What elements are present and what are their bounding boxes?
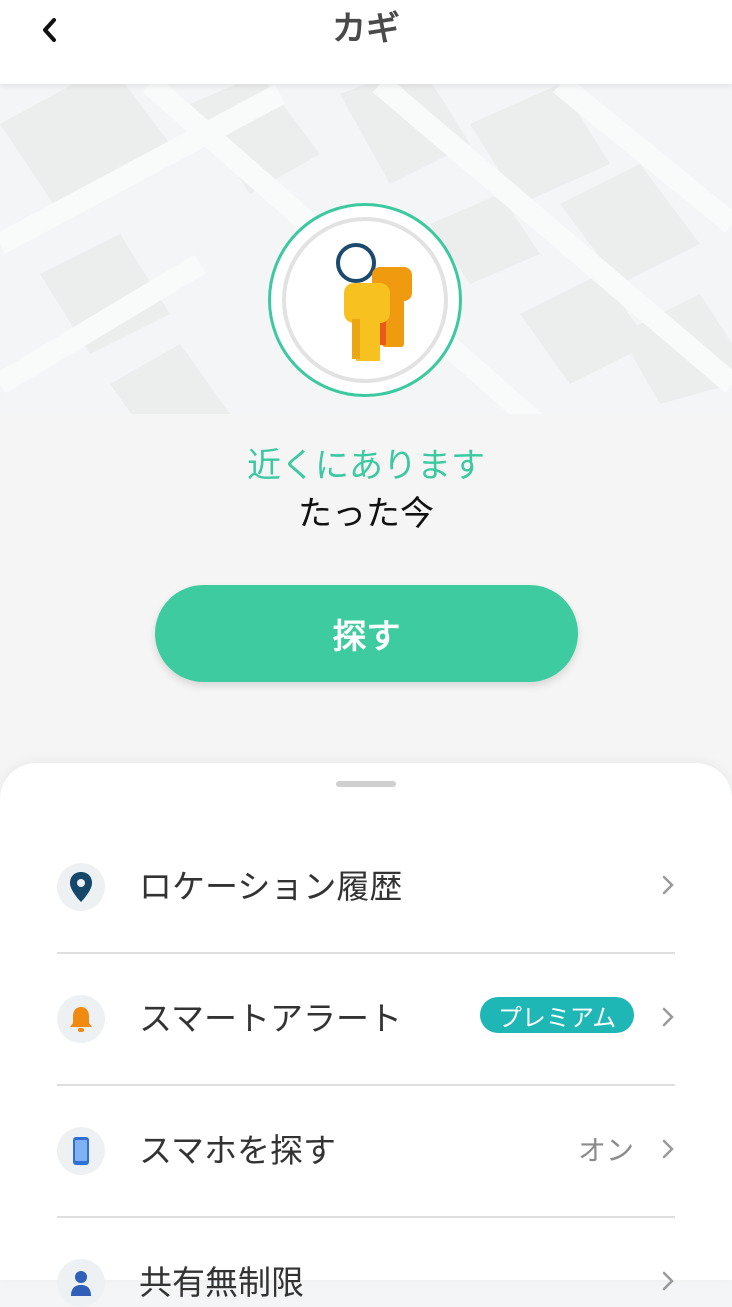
chevron-right-icon <box>662 875 674 895</box>
menu-row-unlimited-sharing[interactable]: 共有無制限 <box>0 1159 732 1307</box>
menu-row-find-phone[interactable]: スマホを探す オン <box>0 1027 732 1175</box>
person-icon <box>57 1259 105 1307</box>
proximity-status: 近くにあります <box>247 446 485 486</box>
top-bar: カギ <box>0 0 732 84</box>
page-title: カギ <box>332 9 400 49</box>
chevron-right-icon <box>662 1139 674 1159</box>
menu-row-location-history[interactable]: ロケーション履歴 <box>0 763 732 911</box>
chevron-right-icon <box>662 1271 674 1291</box>
menu-row-smart-alert[interactable]: スマートアラート プレミアム <box>0 895 732 1043</box>
find-button[interactable]: 探す <box>155 585 578 682</box>
item-avatar <box>268 203 462 397</box>
chevron-right-icon <box>662 1007 674 1027</box>
menu-row-label: 共有無制限 <box>139 1263 304 1302</box>
bottom-sheet: ロケーション履歴 スマートアラート プレミアム スマホを探す オン 共有無制限 <box>0 763 732 1307</box>
keys-icon <box>336 243 412 361</box>
last-seen-time: たった今 <box>298 494 434 534</box>
